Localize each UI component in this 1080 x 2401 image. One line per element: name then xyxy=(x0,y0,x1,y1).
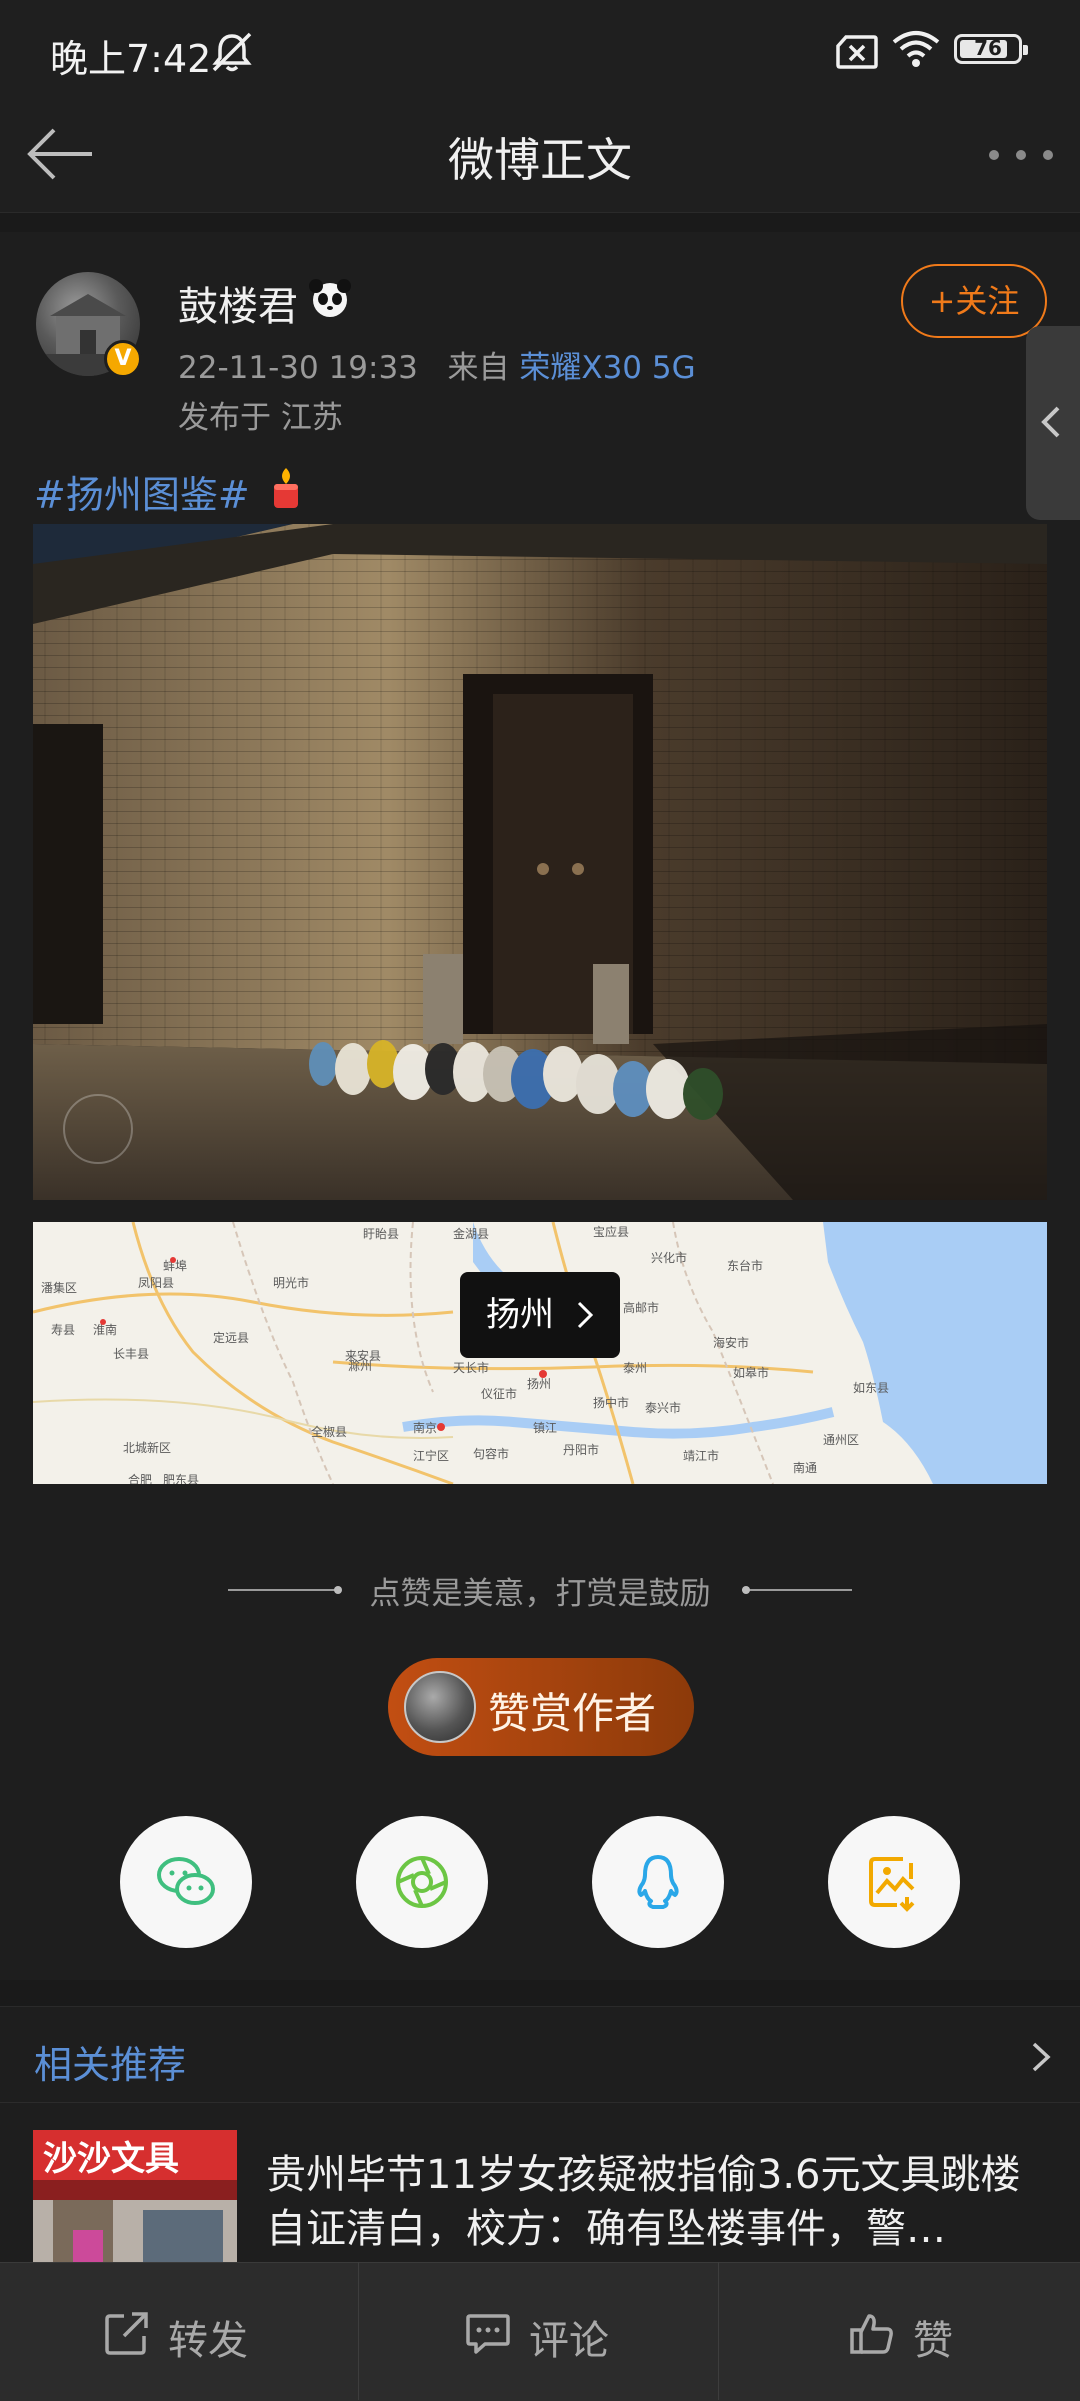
svg-text:江宁区: 江宁区 xyxy=(413,1448,449,1463)
svg-text:全椒县: 全椒县 xyxy=(311,1424,347,1439)
share-moments-button[interactable] xyxy=(356,1816,488,1948)
svg-text:合肥: 合肥 xyxy=(128,1472,152,1484)
svg-text:镇江: 镇江 xyxy=(533,1421,557,1435)
repost-icon xyxy=(105,2312,148,2355)
svg-text:句容市: 句容市 xyxy=(473,1446,509,1461)
like-button[interactable]: 赞 xyxy=(719,2262,1077,2400)
battery-nub xyxy=(1023,45,1028,55)
svg-text:泰州: 泰州 xyxy=(623,1361,647,1375)
related-section-title[interactable]: 相关推荐 xyxy=(34,2034,186,2089)
author-name[interactable]: 鼓楼君 xyxy=(178,274,298,332)
like-label: 赞 xyxy=(913,2318,953,2364)
repost-label: 转发 xyxy=(168,2318,248,2364)
panda-icon xyxy=(309,279,351,317)
verified-badge: V xyxy=(104,340,142,378)
related-divider xyxy=(0,2102,1080,2103)
svg-text:定远县: 定远县 xyxy=(213,1330,249,1345)
follow-button[interactable]: +关注 xyxy=(901,264,1047,338)
related-headline[interactable]: 贵州毕节11岁女孩疑被指偷3.6元文具跳楼自证清白，校方：确有坠楼事件，警… xyxy=(266,2148,1046,2256)
post-photo[interactable] xyxy=(33,524,1047,1200)
svg-text:南京: 南京 xyxy=(413,1420,437,1435)
svg-text:如东县: 如东县 xyxy=(853,1380,889,1395)
thumbs-up-icon xyxy=(850,2314,893,2354)
reward-avatar xyxy=(404,1671,476,1743)
svg-text:宝应县: 宝应县 xyxy=(593,1224,629,1239)
svg-text:仪征市: 仪征市 xyxy=(481,1386,517,1401)
chevron-left-icon xyxy=(1041,406,1060,438)
svg-text:南通: 南通 xyxy=(793,1460,817,1475)
repost-button[interactable]: 转发 xyxy=(0,2262,358,2400)
svg-text:东台市: 东台市 xyxy=(727,1258,763,1273)
map-location-pin[interactable]: 扬州 xyxy=(460,1272,620,1358)
share-qq-button[interactable] xyxy=(592,1816,724,1948)
save-image-button[interactable] xyxy=(828,1816,960,1948)
wechat-icon xyxy=(157,1857,215,1905)
svg-text:兴化市: 兴化市 xyxy=(651,1250,687,1265)
chevron-right-icon xyxy=(577,1301,594,1329)
svg-text:海安市: 海安市 xyxy=(713,1335,749,1350)
svg-text:淮南: 淮南 xyxy=(93,1322,117,1337)
svg-text:丹阳市: 丹阳市 xyxy=(563,1442,599,1457)
wifi-icon xyxy=(892,31,940,67)
post-device-link[interactable]: 荣耀X30 5G xyxy=(519,350,695,386)
comment-button[interactable]: 评论 xyxy=(359,2262,717,2400)
post-source-prefix: 来自 xyxy=(447,350,510,386)
status-time: 晚上7:42 xyxy=(50,37,212,81)
post-meta: 22-11-30 19:33 来自 荣耀X30 5G xyxy=(178,342,696,387)
svg-text:如皋市: 如皋市 xyxy=(733,1365,769,1380)
battery-level: 76 xyxy=(974,36,1002,60)
qq-icon xyxy=(637,1855,679,1909)
related-thumbnail[interactable]: 沙沙文具 xyxy=(33,2130,237,2270)
share-wechat-button[interactable] xyxy=(120,1816,252,1948)
svg-text:来安县: 来安县 xyxy=(345,1348,381,1363)
battery-indicator: 76 xyxy=(954,34,1028,64)
svg-text:潘集区: 潘集区 xyxy=(41,1280,77,1295)
mute-bell-icon xyxy=(212,32,252,72)
svg-text:金湖县: 金湖县 xyxy=(453,1226,489,1241)
more-options-icon[interactable] xyxy=(986,140,1056,170)
save-image-icon xyxy=(869,1857,915,1912)
svg-text:高邮市: 高邮市 xyxy=(623,1300,659,1315)
reward-button-label: 赞赏作者 xyxy=(488,1689,657,1738)
chevron-right-icon[interactable] xyxy=(1030,2040,1052,2074)
photo-night-alley-flowers xyxy=(33,524,1047,1200)
svg-text:凤阳县: 凤阳县 xyxy=(138,1276,174,1290)
page-title: 微博正文 xyxy=(448,133,632,187)
moments-icon xyxy=(396,1856,448,1908)
topic-hashtag[interactable]: #扬州图鉴# xyxy=(34,464,250,519)
svg-text:北城新区: 北城新区 xyxy=(123,1440,171,1455)
reward-tagline: 点赞是美意，打赏是鼓励 xyxy=(369,1576,711,1612)
thumb-sign-text: 沙沙文具 xyxy=(43,2139,179,2179)
svg-text:肥东县: 肥东县 xyxy=(163,1473,199,1484)
svg-text:长丰县: 长丰县 xyxy=(113,1347,149,1361)
comment-label: 评论 xyxy=(529,2318,609,2364)
no-sim-icon xyxy=(836,35,878,69)
svg-text:明光市: 明光市 xyxy=(273,1275,309,1290)
candle-icon xyxy=(274,468,298,508)
related-thumbnail-image: 沙沙文具 xyxy=(33,2130,237,2270)
svg-text:通州区: 通州区 xyxy=(823,1433,859,1447)
svg-text:扬州: 扬州 xyxy=(527,1376,551,1391)
svg-text:扬中市: 扬中市 xyxy=(593,1395,629,1410)
comment-icon xyxy=(466,2314,510,2354)
post-location: 发布于 江苏 xyxy=(178,400,343,436)
svg-text:天长市: 天长市 xyxy=(453,1360,489,1375)
svg-text:泰兴市: 泰兴市 xyxy=(645,1400,681,1415)
svg-text:盱眙县: 盱眙县 xyxy=(363,1227,399,1241)
svg-text:寿县: 寿县 xyxy=(51,1323,75,1337)
svg-text:靖江市: 靖江市 xyxy=(683,1448,719,1463)
post-timestamp: 22-11-30 19:33 xyxy=(178,350,418,386)
